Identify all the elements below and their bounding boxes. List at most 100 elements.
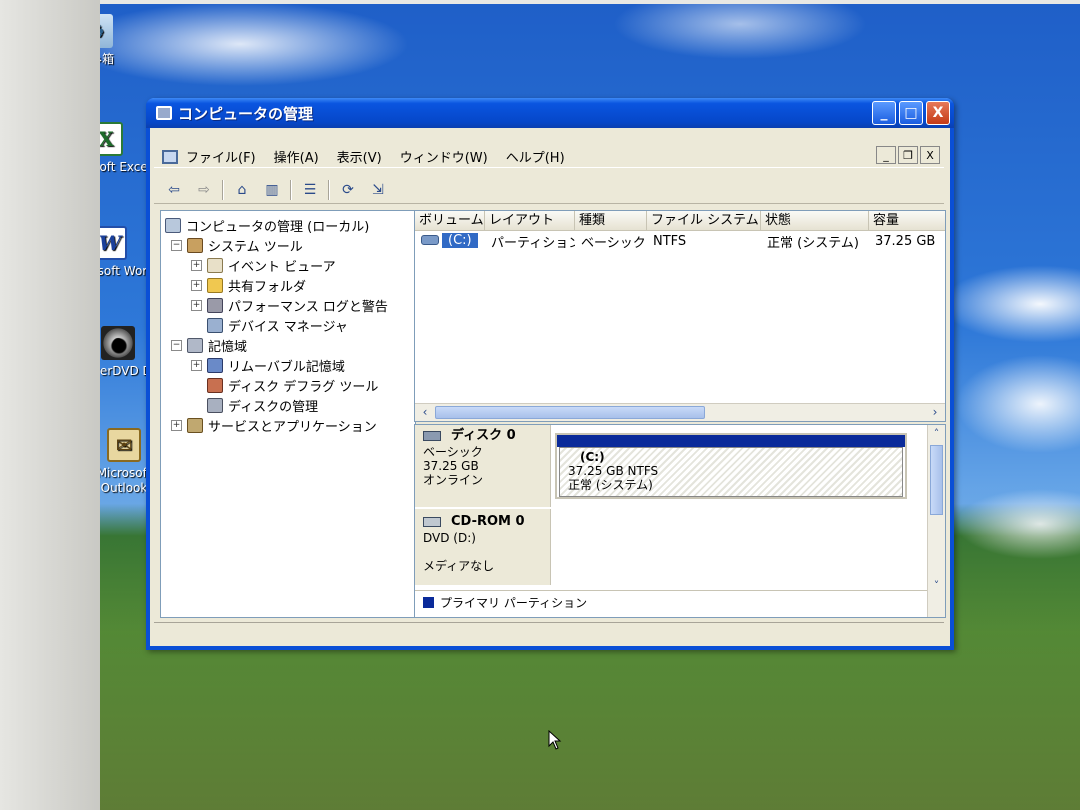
tree-item-services-applications[interactable]: + サービスとアプリケーション [165,415,411,435]
volume-cell[interactable]: (C:) [421,232,478,248]
tree-item-label: リムーバブル記憶域 [228,359,345,375]
mdi-document-icon[interactable] [162,149,178,164]
tree-item-label: パフォーマンス ログと警告 [228,299,388,315]
scroll-right-icon[interactable]: › [927,405,943,420]
tree-item-label: 記憶域 [208,339,248,355]
tree-item-disk-management[interactable]: ディスクの管理 [165,395,411,415]
powerdvd-icon: ● [101,326,135,360]
menu-help[interactable]: ヘルプ(H) [506,147,565,166]
mdi-restore-button[interactable]: ❐ [898,146,918,164]
computer-management-window[interactable]: コンピュータの管理 _ □ X ファイル(F) 操作(A) 表示(V) ウィンド… [146,98,954,650]
refresh-icon[interactable]: ⟳ [336,179,360,201]
tree-item-label: ディスク デフラグ ツール [228,379,379,395]
menu-file[interactable]: ファイル(F) [186,147,256,166]
disk-management-icon [207,397,223,413]
cdrom-icon [423,517,441,527]
hard-disk-icon [423,431,441,441]
cdrom-0-label[interactable]: CD-ROM 0 DVD (D:) メディアなし [415,509,551,585]
back-icon[interactable]: ⇦ [162,179,186,201]
properties-icon[interactable]: ☰ [298,179,322,201]
column-header-filesystem[interactable]: ファイル システム [647,211,761,230]
tree-item-removable-storage[interactable]: + リムーバブル記憶域 [165,355,411,375]
partition-c[interactable]: (C:) 37.25 GB NTFS 正常 (システム) [555,433,907,499]
table-row[interactable]: (C:) パーティション ベーシック NTFS 正常 (システム) 37.25 … [415,231,945,251]
horizontal-scrollbar[interactable]: ‹ › [415,403,945,421]
disk-graphical-view[interactable]: ディスク 0 ベーシック 37.25 GB オンライン (C:) 37.25 G… [414,424,946,618]
tree-item-storage[interactable]: − 記憶域 [165,335,411,355]
tree-expand-toggle[interactable]: + [191,359,202,371]
partition-status: 正常 (システム) [568,478,653,492]
tree-item-label: コンピュータの管理 (ローカル) [186,219,370,235]
disk-name: ディスク 0 [451,428,516,443]
maximize-button[interactable]: □ [899,101,923,125]
tree-item-root[interactable]: コンピュータの管理 (ローカル) [165,215,411,235]
title-bar[interactable]: コンピュータの管理 _ □ X [146,98,954,128]
desktop-icon-label: Microsoft Outlook [96,466,152,495]
window-title: コンピュータの管理 [178,104,314,123]
toolbar-separator [222,179,224,200]
minimize-button[interactable]: _ [872,101,896,125]
tree-collapse-toggle[interactable]: − [171,239,182,251]
tree-item-performance-logs[interactable]: + パフォーマンス ログと警告 [165,295,411,315]
tree-expand-toggle[interactable]: + [191,279,202,291]
volume-list[interactable]: ボリューム レイアウト 種類 ファイル システム 状態 容量 (C:) パーティ… [414,210,946,422]
tree-item-label: デバイス マネージャ [228,319,348,335]
filesystem-cell: NTFS [653,233,687,249]
close-button[interactable]: X [926,101,950,125]
disk-size: 37.25 GB [423,459,479,473]
tree-item-label: イベント ビューア [228,259,336,275]
menu-window[interactable]: ウィンドウ(W) [400,147,488,166]
console-tree[interactable]: コンピュータの管理 (ローカル) − システム ツール + イベント ビューア … [160,210,416,618]
vertical-scrollbar[interactable]: ˄ ˅ [927,425,945,617]
toolbar-separator [290,179,292,200]
performance-logs-icon [207,297,223,313]
tree-item-shared-folders[interactable]: + 共有フォルダ [165,275,411,295]
device-manager-icon [207,317,223,333]
column-header-capacity[interactable]: 容量 [869,211,945,230]
export-icon[interactable]: ⇲ [366,179,390,201]
disk-state: オンライン [423,473,484,487]
tree-item-device-manager[interactable]: デバイス マネージャ [165,315,411,335]
outlook-icon: ✉ [107,428,141,462]
volume-icon [421,235,439,246]
event-viewer-icon [207,257,223,273]
services-icon [187,417,203,433]
forward-icon[interactable]: ⇨ [192,179,216,201]
mdi-minimize-button[interactable]: _ [876,146,896,164]
tree-collapse-toggle[interactable]: − [171,339,182,351]
menu-action[interactable]: 操作(A) [274,147,319,166]
storage-icon [187,337,203,353]
removable-storage-icon [207,357,223,373]
primary-partition-swatch [423,597,434,608]
cdrom-media: メディアなし [423,559,495,573]
type-cell: ベーシック [581,235,646,251]
show-hide-tree-icon[interactable]: ▥ [260,179,284,201]
column-header-layout[interactable]: レイアウト [485,211,575,230]
mdi-close-button[interactable]: X [920,146,940,164]
tree-expand-toggle[interactable]: + [171,419,182,431]
toolbox-icon [187,237,203,253]
up-folder-icon[interactable]: ⌂ [230,179,254,201]
volume-list-header: ボリューム レイアウト 種類 ファイル システム 状態 容量 [415,211,945,231]
scroll-up-icon[interactable]: ˄ [928,427,945,443]
scrollbar-thumb[interactable] [435,406,705,419]
column-header-status[interactable]: 状態 [761,211,869,230]
menu-view[interactable]: 表示(V) [337,147,382,166]
monitor-bezel-left [0,0,100,810]
tree-expand-toggle[interactable]: + [191,299,202,311]
tree-item-label: サービスとアプリケーション [208,419,377,435]
scroll-left-icon[interactable]: ‹ [417,405,433,420]
scrollbar-thumb[interactable] [930,445,943,515]
menu-bar: ファイル(F) 操作(A) 表示(V) ウィンドウ(W) ヘルプ(H) _ ❐ … [154,146,944,168]
toolbar: ⇦ ⇨ ⌂ ▥ ☰ ⟳ ⇲ [154,176,944,204]
status-cell: 正常 (システム) [767,235,859,251]
tree-item-disk-defragmenter[interactable]: ディスク デフラグ ツール [165,375,411,395]
column-header-volume[interactable]: ボリューム [415,211,485,230]
tree-item-event-viewer[interactable]: + イベント ビューア [165,255,411,275]
tree-item-system-tools[interactable]: − システム ツール [165,235,411,255]
disk-type: ベーシック [423,445,483,459]
disk-0-label[interactable]: ディスク 0 ベーシック 37.25 GB オンライン [415,425,551,507]
tree-expand-toggle[interactable]: + [191,259,202,271]
scroll-down-icon[interactable]: ˅ [928,579,945,595]
column-header-type[interactable]: 種類 [575,211,647,230]
